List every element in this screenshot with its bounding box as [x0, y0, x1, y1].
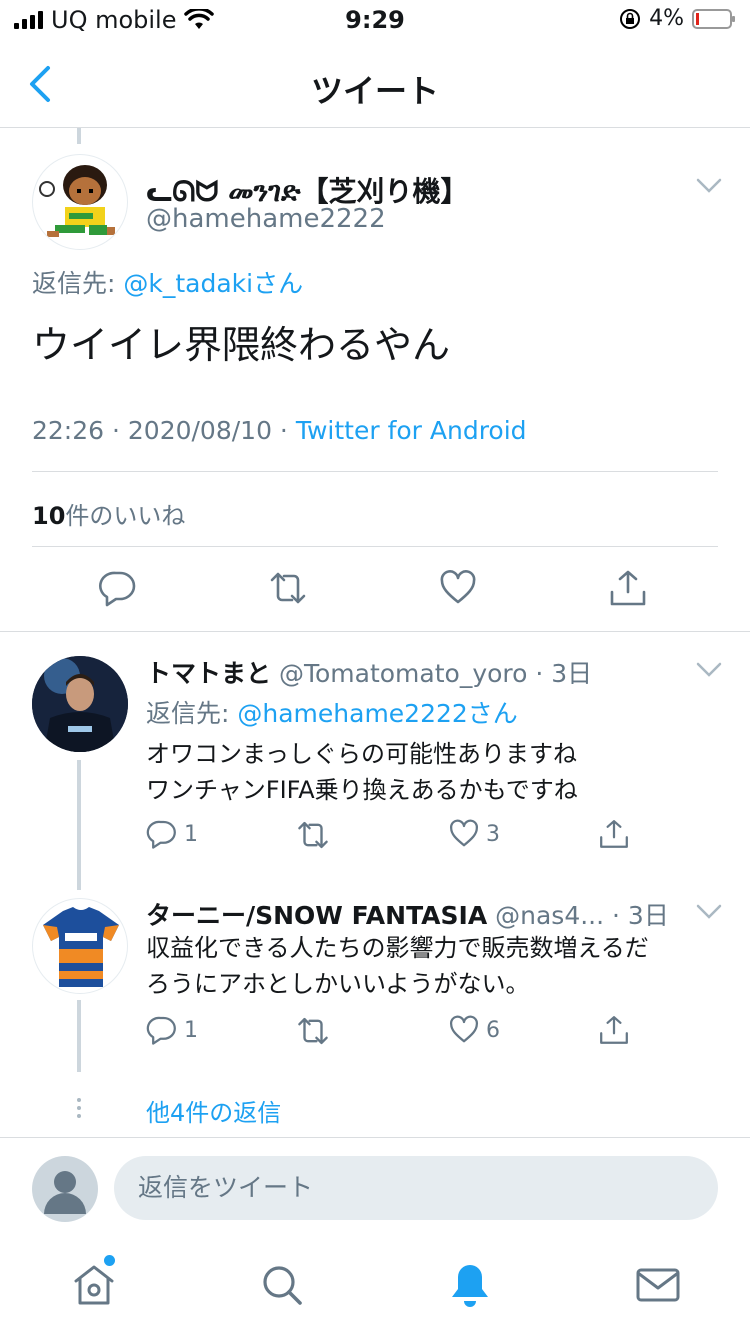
like-action[interactable]: 6: [448, 1014, 500, 1046]
default-user-icon: [44, 1171, 86, 1214]
reply-to: 返信先: @k_tadakiさん: [32, 264, 303, 300]
reply-text-line: オワコンまっしぐらの可能性ありますね: [146, 740, 578, 768]
reply-handle[interactable]: @nas4...: [487, 901, 604, 930]
reply-count: 1: [184, 821, 198, 847]
reply-time: · 3日: [527, 659, 593, 688]
tweet-client-link[interactable]: Twitter for Android: [296, 416, 527, 445]
like-count: 6: [486, 1017, 500, 1043]
reply-actions: 1 6: [146, 1014, 646, 1054]
more-replies-link[interactable]: 他4件の返信: [146, 1093, 281, 1128]
like-count: 10: [32, 502, 66, 530]
reply-tweet[interactable]: ターニー/SNOW FANTASIA @nas4... · 3日 収益化できる人…: [0, 896, 750, 1086]
share-action[interactable]: [598, 1014, 630, 1046]
reply-header: トマトまと @Tomatomato_yoro · 3日: [146, 654, 592, 690]
battery-percent: 4%: [649, 6, 684, 31]
home-badge-dot: [104, 1255, 115, 1266]
share-action[interactable]: [598, 818, 630, 850]
thread-dots: [75, 1098, 83, 1122]
reply-time: · 3日: [604, 901, 669, 930]
avatar[interactable]: [32, 656, 128, 752]
my-avatar[interactable]: [32, 1156, 98, 1222]
reply-icon: [146, 820, 176, 849]
rotation-lock-icon: [620, 8, 641, 29]
reply-to-user-link[interactable]: @k_tadakiさん: [123, 269, 303, 298]
search-icon[interactable]: [258, 1261, 306, 1309]
tweet-timestamp: 22:26 · 2020/08/10 ·: [32, 416, 296, 445]
like-icon: [450, 819, 478, 847]
divider: [32, 546, 718, 547]
tweet-meta: 22:26 · 2020/08/10 · Twitter for Android: [32, 416, 527, 445]
like-count-label: 件のいいね: [65, 502, 186, 530]
like-icon[interactable]: [438, 568, 478, 608]
tweet-text: ウイイレ界隈終わるやん: [32, 323, 451, 367]
reply-count: 1: [184, 1017, 198, 1043]
retweet-icon: [298, 1017, 328, 1045]
avatar[interactable]: [32, 898, 128, 994]
battery-icon: [692, 8, 735, 29]
reply-text-line: 収益化できる人たちの影響力で販売数増えるだ: [146, 934, 649, 962]
reply-text-line: ろうにアホとしかいいようがない。: [146, 970, 530, 998]
status-bar: UQ mobile 9:29 4%: [0, 0, 750, 42]
share-icon[interactable]: [608, 568, 648, 608]
reply-display-name[interactable]: トマトまと: [146, 659, 271, 688]
reply-text: 収益化できる人たちの影響力で販売数増えるだ ろうにアホとしかいいようがない。: [146, 930, 649, 1002]
reply-action[interactable]: 1: [146, 1014, 198, 1046]
notifications-icon[interactable]: [446, 1261, 494, 1309]
reply-icon[interactable]: [98, 568, 138, 608]
messages-icon[interactable]: [634, 1261, 682, 1309]
avatar[interactable]: [32, 154, 128, 250]
reply-to-label: 返信先:: [146, 699, 238, 728]
reply-action[interactable]: 1: [146, 818, 198, 850]
navigation-bar: ツイート: [0, 42, 750, 128]
share-icon: [600, 820, 628, 848]
reply-header: ターニー/SNOW FANTASIA @nas4... · 3日: [146, 896, 669, 932]
retweet-icon[interactable]: [268, 568, 308, 608]
like-icon: [450, 1015, 478, 1043]
pixel-character-avatar: [39, 165, 115, 237]
divider: [32, 471, 718, 472]
tab-bar: [0, 1241, 750, 1334]
reply-display-name[interactable]: ターニー/SNOW FANTASIA: [146, 901, 487, 930]
reply-to-user-link[interactable]: @hamehame2222さん: [237, 699, 517, 728]
share-icon: [600, 1016, 628, 1044]
reply-to: 返信先: @hamehame2222さん: [146, 694, 518, 730]
battery-area: 4%: [619, 6, 736, 31]
reply-actions: 1 3: [146, 818, 646, 858]
reply-text-line: ワンチャンFIFA乗り換えあるかもですね: [146, 776, 578, 804]
page-title: ツイート: [310, 72, 439, 110]
reply-to-label: 返信先:: [32, 269, 124, 298]
reply-input[interactable]: 返信をツイート: [114, 1156, 718, 1220]
jersey-avatar: [43, 907, 119, 987]
reply-text: オワコンまっしぐらの可能性ありますね ワンチャンFIFA乗り換えあるかもですね: [146, 736, 578, 808]
reply-handle[interactable]: @Tomatomato_yoro: [271, 659, 527, 688]
like-count-row[interactable]: 10件のいいね: [32, 496, 185, 531]
reply-tweet[interactable]: トマトまと @Tomatomato_yoro · 3日 返信先: @hameha…: [0, 654, 750, 854]
thread-line: [77, 760, 81, 890]
retweet-action[interactable]: [296, 1014, 330, 1048]
player-photo-avatar: [32, 656, 128, 752]
main-tweet: ᓚᘏᗢ መንገድ【芝刈り機】 @hamehame2222 返信先: @k_tad…: [0, 128, 750, 632]
retweet-icon: [298, 821, 328, 849]
more-chevron-icon[interactable]: [696, 662, 722, 678]
user-handle[interactable]: @hamehame2222: [146, 204, 386, 234]
like-action[interactable]: 3: [448, 818, 500, 850]
reply-icon: [146, 1016, 176, 1045]
reply-compose-bar: 返信をツイート: [0, 1137, 750, 1241]
retweet-action[interactable]: [296, 818, 330, 852]
home-icon[interactable]: [70, 1261, 118, 1309]
more-chevron-icon[interactable]: [696, 178, 722, 194]
thread-line: [77, 1000, 81, 1072]
more-chevron-icon[interactable]: [696, 904, 722, 920]
like-count: 3: [486, 821, 500, 847]
